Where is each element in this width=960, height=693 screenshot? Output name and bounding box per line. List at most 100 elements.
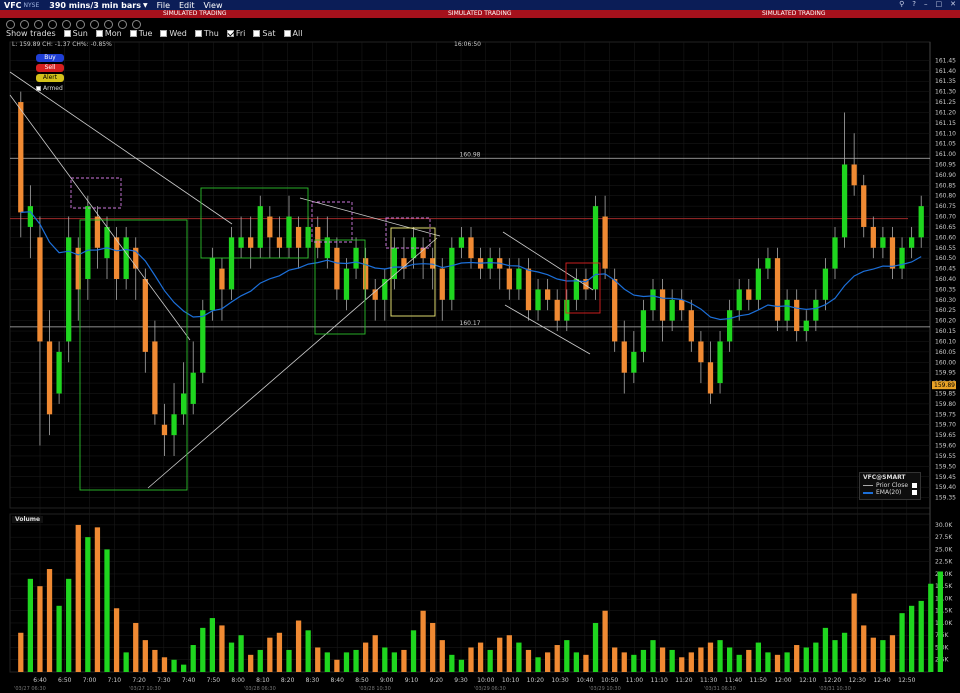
price-tick-label: 161.20 (935, 109, 956, 116)
price-tick-label: 160.35 (935, 286, 956, 293)
volume-bar (133, 622, 139, 672)
candle-body (420, 247, 426, 259)
candle-body (439, 268, 445, 300)
volume-bar (152, 649, 158, 672)
price-chart[interactable]: 161.45 161.40 161.35 161.30 161.25 161.20 161.… (0, 0, 960, 693)
candle-body (161, 424, 168, 436)
volume-bar (391, 652, 398, 672)
volume-bar (267, 637, 273, 672)
candle-body (506, 268, 512, 290)
volume-bar (315, 647, 321, 672)
time-tick-label: 8:40 (330, 677, 344, 684)
candle-body (27, 206, 34, 227)
candle-body (104, 226, 110, 259)
volume-bar (104, 549, 110, 672)
time-tick-label: 7:30 (157, 677, 171, 684)
legend-prior-close[interactable]: Prior Close (860, 482, 920, 489)
candle-body (717, 341, 723, 384)
volume-bar (908, 605, 915, 672)
candle-body (918, 206, 924, 238)
candle-body (468, 237, 474, 259)
time-tick-label: 12:10 (799, 677, 816, 684)
candle-body (832, 237, 838, 269)
price-tick-label: 159.75 (935, 411, 956, 418)
time-tick-label: 7:10 (108, 677, 122, 684)
candle-body (899, 247, 905, 269)
volume-bar (219, 625, 225, 672)
time-tick-label: 8:30 (306, 677, 320, 684)
time-tick-label: 9:20 (430, 677, 444, 684)
legend-title: VFC@SMART (863, 474, 906, 481)
candle-body (698, 341, 704, 363)
time-tick-label: 12:40 (873, 677, 890, 684)
candle-body (908, 237, 915, 248)
armed-toggle[interactable]: Armed (36, 85, 63, 92)
volume-bar (46, 569, 53, 672)
candle-body (755, 268, 762, 300)
time-tick-label: 10:20 (527, 677, 544, 684)
price-tick-label: 160.15 (935, 328, 956, 335)
checkbox-icon[interactable] (912, 490, 917, 495)
time-tick-label: 12:20 (824, 677, 841, 684)
candle-body (822, 268, 829, 300)
candle-body (257, 206, 263, 248)
time-tick-label: 12:30 (849, 677, 866, 684)
candle-body (85, 206, 91, 279)
volume-bar (161, 657, 168, 672)
candle-body (171, 414, 177, 436)
time-tick-label: 12:00 (774, 677, 791, 684)
checkbox-icon[interactable] (912, 483, 917, 488)
buy-button[interactable]: Buy (36, 54, 64, 62)
volume-bar (18, 632, 24, 672)
volume-bar (679, 657, 685, 672)
candle-body (880, 237, 886, 248)
time-tick-label: 11:30 (700, 677, 717, 684)
alert-button[interactable]: Alert (36, 74, 64, 82)
sell-button[interactable]: Sell (36, 64, 64, 72)
date-tick-label: '03/29 10:30 (589, 686, 621, 692)
candle-body (248, 237, 254, 248)
time-tick-label: 11:00 (626, 677, 643, 684)
time-tick-label: 7:20 (132, 677, 146, 684)
volume-bar (669, 649, 675, 672)
volume-bar (439, 640, 445, 672)
volume-bar (113, 608, 120, 672)
volume-bar (180, 664, 187, 672)
price-tick-label: 160.00 (935, 359, 956, 366)
volume-bar (928, 583, 934, 672)
time-tick-label: 10:00 (477, 677, 494, 684)
time-tick-label: 9:30 (454, 677, 468, 684)
candle-body (142, 279, 148, 352)
quote-info-line: L: 159.89 CH: -1.37 CH%: -0.85% (12, 41, 112, 48)
date-tick-label: '03/27 06:30 (14, 686, 46, 692)
volume-bar (583, 654, 589, 672)
candle-body (152, 341, 158, 415)
price-tick-label: 160.30 (935, 297, 956, 304)
legend-ema[interactable]: EMA(20) (860, 489, 920, 496)
candle-body (564, 299, 570, 321)
volume-bar (765, 652, 771, 672)
volume-bar (937, 571, 944, 672)
checkbox-icon[interactable] (36, 86, 41, 91)
volume-bar (190, 645, 196, 672)
price-tick-label: 159.70 (935, 422, 956, 429)
candle-body (382, 279, 388, 300)
candle-body (592, 206, 599, 290)
volume-bar (477, 642, 484, 672)
candle-body (56, 351, 62, 394)
candle-body (228, 237, 235, 290)
date-tick-label: '03/31 10:30 (819, 686, 851, 692)
candle-body (669, 299, 675, 321)
horizontal-line-label: 160.17 (460, 320, 481, 327)
volume-bar (544, 652, 551, 672)
candle-body (353, 247, 359, 269)
candle-body (516, 268, 522, 290)
volume-tick-label: 30.0K (935, 522, 953, 529)
line-swatch-icon (863, 485, 873, 486)
candle-body (200, 310, 206, 373)
price-tick-label: 161.25 (935, 99, 956, 106)
volume-bar (573, 652, 580, 672)
volume-bar (362, 642, 369, 672)
candle-body (362, 258, 369, 290)
volume-bar (506, 635, 512, 672)
